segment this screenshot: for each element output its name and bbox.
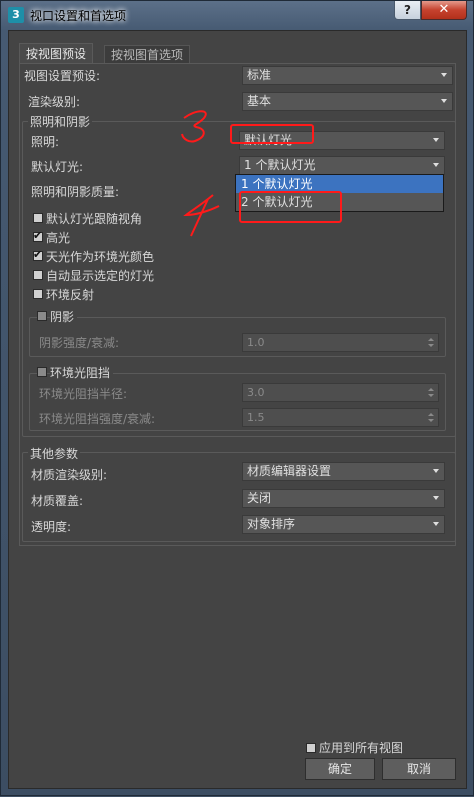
dialog-window: 3 视口设置和首选项 ? ✕ 按视图预设 按视图首选项 视图设置预设: 标准 渲… [0,0,474,796]
annotation-number-4 [183,194,220,237]
annotation-box-lighting [230,124,314,144]
red-annotation-overlay [181,110,342,237]
annotation-number-3 [181,110,207,143]
annotation-box-2-lights [239,191,342,223]
